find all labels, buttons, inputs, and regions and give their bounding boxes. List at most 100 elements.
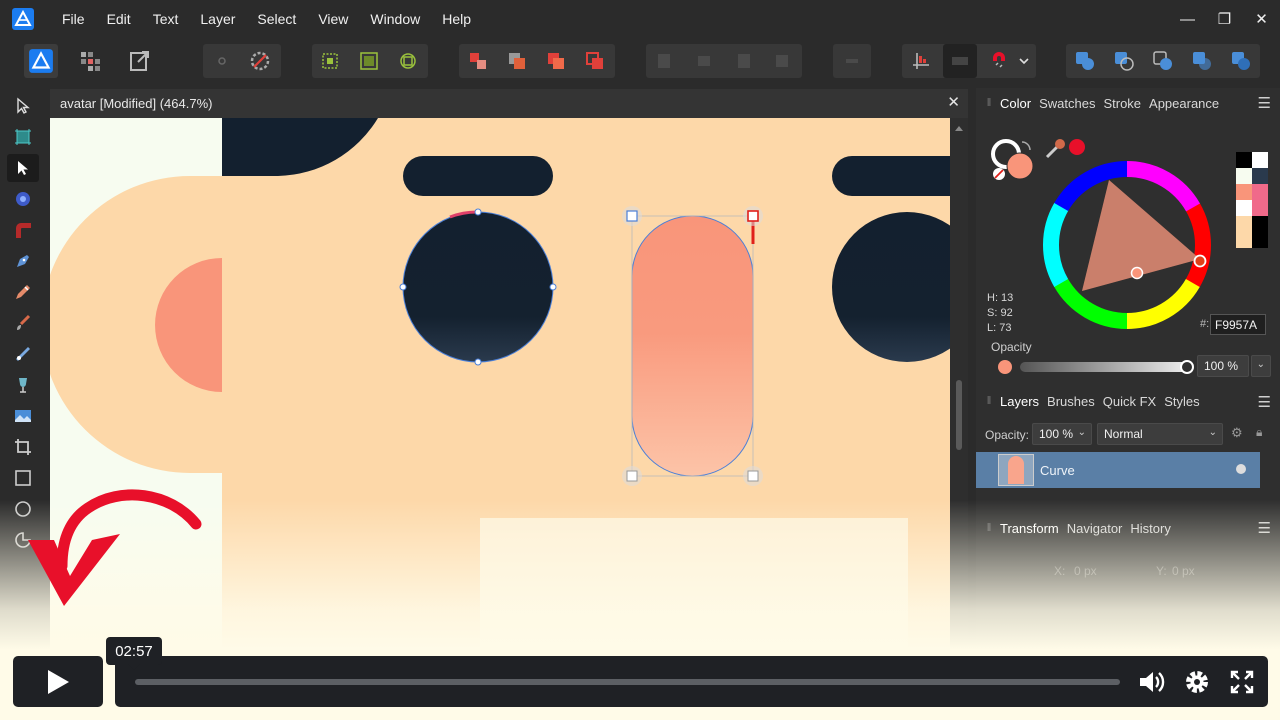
menu-view[interactable]: View (318, 11, 348, 27)
y-value[interactable]: 0 px (1172, 564, 1195, 578)
document-canvas[interactable] (50, 118, 950, 720)
recent-swatch[interactable] (1252, 216, 1268, 232)
menu-file[interactable]: File (62, 11, 85, 27)
lock-icon[interactable]: 🔒︎ (1256, 425, 1262, 440)
alignment-handles-button[interactable] (904, 44, 938, 78)
menu-help[interactable]: Help (442, 11, 471, 27)
layers-panel-menu-icon[interactable]: ☰ (1258, 393, 1271, 411)
picked-color-swatch[interactable] (1067, 137, 1087, 157)
blend-mode-dropdown[interactable]: Normal ⌄ (1097, 423, 1223, 445)
panel-grip-icon[interactable]: ‖ (982, 522, 996, 534)
bounding-box-button[interactable] (352, 44, 386, 78)
color-picker-icon[interactable] (1044, 136, 1068, 160)
pencil-tool[interactable] (7, 278, 39, 306)
scroll-thumb[interactable] (956, 380, 962, 450)
recent-swatch[interactable] (1236, 216, 1252, 232)
recent-swatch[interactable] (1236, 152, 1252, 168)
tab-styles[interactable]: Styles (1164, 394, 1199, 409)
minimize-button[interactable]: — (1169, 0, 1206, 38)
designer-persona-button[interactable] (24, 44, 58, 78)
restore-button[interactable]: ❐ (1206, 0, 1243, 38)
recent-swatch[interactable] (1236, 200, 1252, 216)
move-to-back-button[interactable] (461, 44, 495, 78)
place-image-tool[interactable] (7, 402, 39, 430)
layer-opacity-dropdown[interactable]: 100 % ⌄ (1032, 423, 1092, 445)
transparency-tool[interactable] (7, 371, 39, 399)
crop-tool[interactable] (7, 433, 39, 461)
left-eye[interactable] (402, 211, 554, 363)
hex-input[interactable]: F9957A (1210, 314, 1266, 335)
pen-tool[interactable] (7, 247, 39, 275)
canvas-vertical-scrollbar[interactable] (950, 118, 968, 720)
scroll-up-icon[interactable] (950, 120, 968, 138)
recent-swatch[interactable] (1252, 200, 1268, 216)
recent-swatch[interactable] (1252, 168, 1268, 184)
tab-brushes[interactable]: Brushes (1047, 394, 1095, 409)
export-persona-button[interactable] (123, 44, 157, 78)
boolean-add-button[interactable] (1068, 44, 1102, 78)
tab-navigator[interactable]: Navigator (1067, 521, 1123, 536)
affinity-designer-logo-icon[interactable] (11, 7, 35, 31)
panel-grip-icon[interactable]: ‖ (982, 97, 996, 109)
tab-stroke[interactable]: Stroke (1103, 96, 1141, 111)
tab-transform[interactable]: Transform (1000, 521, 1059, 536)
node-tool[interactable] (7, 154, 39, 182)
selection-handle-bottom-right[interactable] (743, 466, 763, 486)
align-right-button[interactable] (726, 44, 760, 78)
fullscreen-button[interactable] (1225, 665, 1259, 699)
tab-swatches[interactable]: Swatches (1039, 96, 1095, 111)
volume-button[interactable] (1135, 665, 1169, 699)
align-top-button[interactable] (765, 44, 799, 78)
recent-swatch[interactable] (1252, 184, 1268, 200)
boolean-divide-button[interactable] (1224, 44, 1258, 78)
tab-quick-fx[interactable]: Quick FX (1103, 394, 1156, 409)
x-value[interactable]: 0 px (1074, 564, 1097, 578)
point-transform-tool[interactable] (7, 185, 39, 213)
document-tab[interactable]: avatar [Modified] (464.7%) ✕ (50, 89, 968, 118)
snapping-magnet-button[interactable] (982, 44, 1016, 78)
boolean-intersect-button[interactable] (1146, 44, 1180, 78)
pixel-persona-button[interactable] (73, 44, 107, 78)
video-progress-track[interactable] (135, 679, 1120, 685)
layer-gear-icon[interactable]: ⚙ (1231, 425, 1243, 441)
menu-text[interactable]: Text (153, 11, 179, 27)
selection-handle-bottom-left[interactable] (622, 466, 642, 486)
fill-stroke-swatch[interactable] (990, 136, 1040, 186)
color-panel-menu-icon[interactable]: ☰ (1258, 94, 1271, 112)
vector-brush-tool[interactable] (7, 309, 39, 337)
snapping-button[interactable] (243, 44, 277, 78)
transform-panel-menu-icon[interactable]: ☰ (1258, 519, 1271, 537)
layer-row-curve[interactable]: Curve (976, 452, 1260, 488)
recent-swatch[interactable] (1236, 232, 1252, 248)
play-button[interactable] (13, 656, 103, 707)
menu-layer[interactable]: Layer (200, 11, 235, 27)
align-left-button[interactable] (648, 44, 682, 78)
boolean-subtract-button[interactable] (1107, 44, 1141, 78)
distribute-button[interactable] (835, 44, 869, 78)
snapping-candidates-button[interactable] (943, 44, 977, 78)
tab-history[interactable]: History (1130, 521, 1170, 536)
selection-handle-top-right[interactable] (743, 206, 763, 226)
align-center-button[interactable] (687, 44, 721, 78)
opacity-input[interactable]: 100 % (1197, 355, 1249, 377)
recent-swatch[interactable] (1252, 232, 1268, 248)
menu-edit[interactable]: Edit (107, 11, 131, 27)
opacity-slider[interactable] (1020, 360, 1194, 374)
boolean-xor-button[interactable] (1185, 44, 1219, 78)
transform-origin-button[interactable] (313, 44, 347, 78)
recent-swatch[interactable] (1252, 152, 1268, 168)
artboard-tool[interactable] (7, 123, 39, 151)
panel-grip-icon[interactable]: ‖ (982, 395, 996, 407)
tab-appearance[interactable]: Appearance (1149, 96, 1219, 111)
nose-curve-shape[interactable] (631, 215, 754, 477)
snapping-off-button[interactable] (205, 44, 239, 78)
move-back-one-button[interactable] (500, 44, 534, 78)
menu-window[interactable]: Window (370, 11, 420, 27)
opacity-slider-thumb[interactable] (1180, 360, 1194, 374)
menu-select[interactable]: Select (257, 11, 296, 27)
close-window-button[interactable]: ✕ (1243, 0, 1280, 38)
move-to-front-button[interactable] (578, 44, 612, 78)
close-document-button[interactable]: ✕ (947, 93, 960, 111)
color-wheel[interactable] (1042, 160, 1212, 330)
layer-visibility-icon[interactable] (1236, 464, 1246, 474)
